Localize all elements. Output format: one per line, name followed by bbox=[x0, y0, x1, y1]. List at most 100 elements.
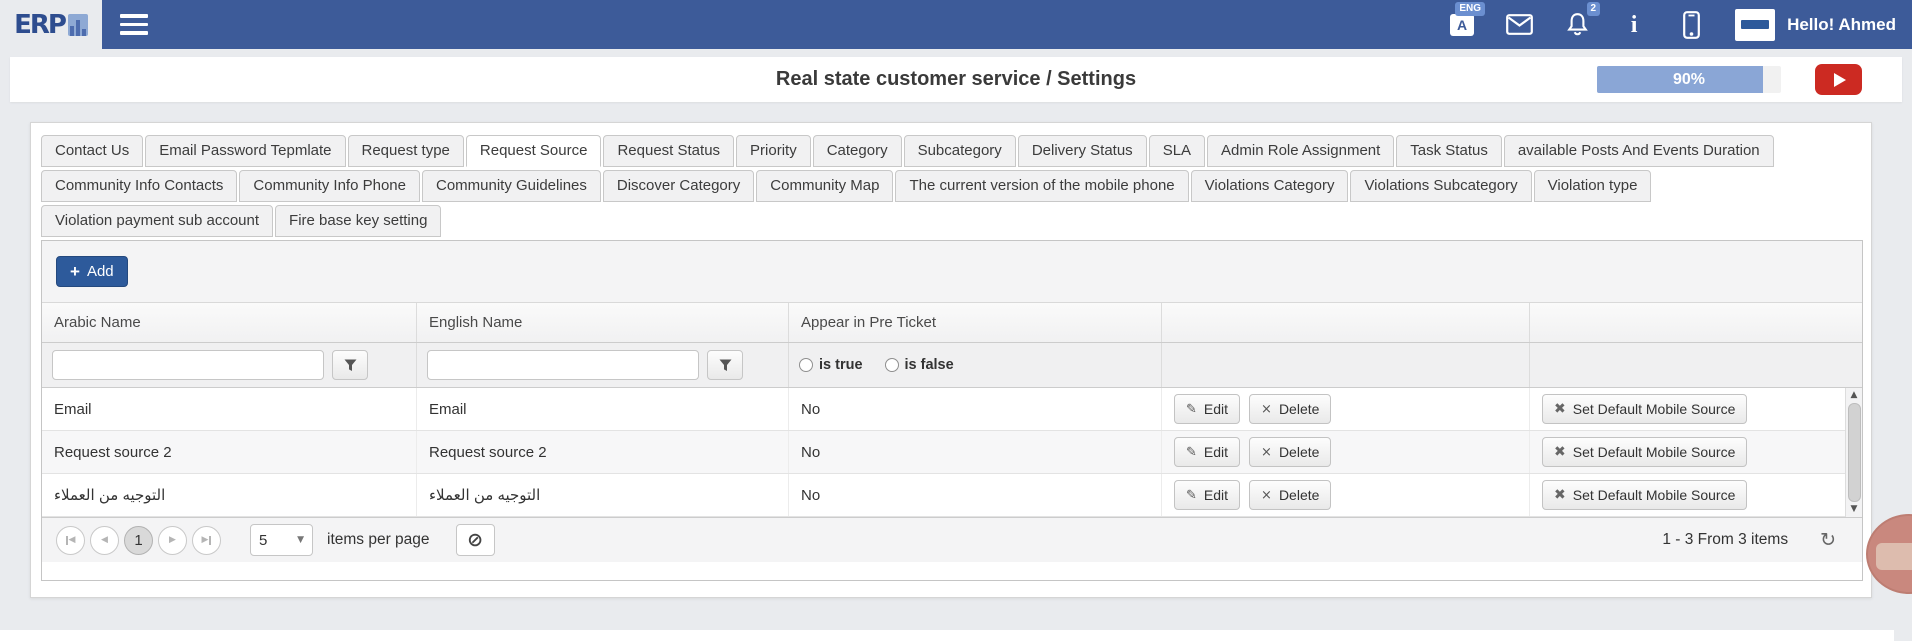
chevron-down-icon: ▼ bbox=[297, 535, 304, 545]
tab-the-current-version-of-the-mobile-phone[interactable]: The current version of the mobile phone bbox=[895, 170, 1188, 202]
set-default-mobile-source-button[interactable]: ✖Set Default Mobile Source bbox=[1542, 394, 1747, 424]
titlebar: Real state customer service / Settings 9… bbox=[10, 57, 1902, 102]
add-button[interactable]: + Add bbox=[56, 256, 128, 287]
tab-email-password-tepmlate[interactable]: Email Password Tepmlate bbox=[145, 135, 345, 167]
tab-discover-category[interactable]: Discover Category bbox=[603, 170, 754, 202]
tab-request-type[interactable]: Request type bbox=[348, 135, 464, 167]
funnel-icon bbox=[344, 359, 357, 372]
refresh-icon[interactable]: ↻ bbox=[1820, 531, 1836, 550]
mail-icon[interactable] bbox=[1506, 8, 1533, 42]
tab-contact-us[interactable]: Contact Us bbox=[41, 135, 143, 167]
play-icon bbox=[1834, 73, 1846, 87]
tab-category[interactable]: Category bbox=[813, 135, 902, 167]
erp-logo-building-icon bbox=[68, 14, 88, 36]
tabstrip: Contact UsEmail Password TepmlateRequest… bbox=[41, 135, 1861, 237]
set-default-mobile-source-button[interactable]: ✖Set Default Mobile Source bbox=[1542, 437, 1747, 467]
column-header-actions bbox=[1162, 303, 1530, 342]
tab-priority[interactable]: Priority bbox=[736, 135, 811, 167]
cell-arabic-name: التوجيه من العملاء bbox=[42, 474, 417, 516]
video-play-button[interactable] bbox=[1815, 64, 1862, 95]
tab-available-posts-and-events-duration[interactable]: available Posts And Events Duration bbox=[1504, 135, 1774, 167]
mobile-icon[interactable] bbox=[1678, 8, 1704, 42]
page-1-button[interactable]: 1 bbox=[124, 526, 153, 555]
request-source-panel: + Add Arabic Name English Name Appear in… bbox=[41, 240, 1863, 581]
grid-toolbar: + Add bbox=[42, 241, 1862, 303]
info-icon[interactable]: i bbox=[1621, 8, 1647, 42]
button-label: Delete bbox=[1279, 487, 1319, 503]
pager: ◀ ◀ 1 ▶ ▶ 5 ▼ items per page ⊘ 1 - 3 Fro… bbox=[42, 517, 1862, 562]
tab-violations-subcategory[interactable]: Violations Subcategory bbox=[1350, 170, 1531, 202]
tab-admin-role-assignment[interactable]: Admin Role Assignment bbox=[1207, 135, 1394, 167]
page-size-dropdown[interactable]: 5 ▼ bbox=[250, 524, 313, 556]
tab-violation-type[interactable]: Violation type bbox=[1534, 170, 1652, 202]
grid-vertical-scrollbar[interactable]: ▲ ▼ bbox=[1845, 388, 1862, 517]
tab-task-status[interactable]: Task Status bbox=[1396, 135, 1502, 167]
erp-logo[interactable]: ERP bbox=[0, 0, 102, 49]
x-icon: ✖ bbox=[1554, 445, 1566, 459]
page-size-value: 5 bbox=[259, 532, 297, 549]
cell-set-default: ✖Set Default Mobile Source bbox=[1530, 474, 1862, 516]
tab-community-info-phone[interactable]: Community Info Phone bbox=[239, 170, 420, 202]
plus-icon: + bbox=[70, 263, 80, 280]
button-label: Edit bbox=[1204, 487, 1228, 503]
pager-summary: 1 - 3 From 3 items bbox=[1662, 531, 1788, 549]
english-name-filter-input[interactable] bbox=[427, 350, 699, 380]
cell-arabic-name: Request source 2 bbox=[42, 431, 417, 473]
edit-button[interactable]: ✎Edit bbox=[1174, 437, 1240, 467]
tab-fire-base-key-setting[interactable]: Fire base key setting bbox=[275, 205, 441, 237]
tab-violation-payment-sub-account[interactable]: Violation payment sub account bbox=[41, 205, 273, 237]
tab-subcategory[interactable]: Subcategory bbox=[904, 135, 1016, 167]
tab-community-guidelines[interactable]: Community Guidelines bbox=[422, 170, 601, 202]
delete-button[interactable]: ×Delete bbox=[1249, 394, 1331, 424]
english-name-filter-button[interactable] bbox=[707, 350, 743, 380]
button-label: Delete bbox=[1279, 401, 1319, 417]
arabic-name-filter-button[interactable] bbox=[332, 350, 368, 380]
floating-widget-button[interactable] bbox=[1866, 514, 1912, 594]
next-page-button[interactable]: ▶ bbox=[158, 526, 187, 555]
delete-button[interactable]: ×Delete bbox=[1249, 437, 1331, 467]
tab-request-source[interactable]: Request Source bbox=[466, 135, 602, 167]
previous-page-button[interactable]: ◀ bbox=[90, 526, 119, 555]
tab-request-status[interactable]: Request Status bbox=[603, 135, 734, 167]
tab-delivery-status[interactable]: Delivery Status bbox=[1018, 135, 1147, 167]
is-false-radio[interactable]: is false bbox=[885, 357, 954, 373]
tab-community-info-contacts[interactable]: Community Info Contacts bbox=[41, 170, 237, 202]
is-true-radio[interactable]: is true bbox=[799, 357, 863, 373]
first-page-button[interactable]: ◀ bbox=[56, 526, 85, 555]
bell-icon[interactable]: 2 bbox=[1564, 8, 1590, 42]
language-icon[interactable]: A ENG bbox=[1449, 8, 1475, 42]
tab-sla[interactable]: SLA bbox=[1149, 135, 1205, 167]
scroll-down-icon[interactable]: ▼ bbox=[1851, 503, 1858, 516]
delete-button[interactable]: ×Delete bbox=[1249, 480, 1331, 510]
funnel-icon bbox=[719, 359, 732, 372]
arabic-name-filter-input[interactable] bbox=[52, 350, 324, 380]
edit-button[interactable]: ✎Edit bbox=[1174, 480, 1240, 510]
tab-violations-category[interactable]: Violations Category bbox=[1191, 170, 1349, 202]
erp-logo-text: ERP bbox=[14, 10, 65, 40]
floating-widget-icon bbox=[1876, 543, 1912, 570]
grid-filter-row: is true is false bbox=[42, 343, 1862, 388]
cell-english-name: التوجيه من العملاء bbox=[417, 474, 789, 516]
tab-row: Violation payment sub accountFire base k… bbox=[41, 205, 1861, 237]
tab-community-map[interactable]: Community Map bbox=[756, 170, 893, 202]
x-icon: ✖ bbox=[1554, 402, 1566, 416]
cancel-filter-button[interactable]: ⊘ bbox=[456, 524, 495, 556]
user-menu[interactable]: Hello! Ahmed bbox=[1735, 9, 1896, 41]
progress-bar: 90% bbox=[1597, 66, 1781, 93]
scroll-up-icon[interactable]: ▲ bbox=[1851, 389, 1858, 402]
scroll-thumb[interactable] bbox=[1848, 403, 1861, 502]
last-page-button[interactable]: ▶ bbox=[192, 526, 221, 555]
hamburger-menu-icon[interactable] bbox=[120, 14, 148, 35]
edit-button[interactable]: ✎Edit bbox=[1174, 394, 1240, 424]
set-default-mobile-source-button[interactable]: ✖Set Default Mobile Source bbox=[1542, 480, 1747, 510]
cell-actions: ✎Edit ×Delete bbox=[1162, 388, 1530, 430]
cell-arabic-name: Email bbox=[42, 388, 417, 430]
button-label: Edit bbox=[1204, 444, 1228, 460]
x-icon: ✖ bbox=[1554, 488, 1566, 502]
notification-count-badge: 2 bbox=[1587, 2, 1601, 16]
progress-label: 90% bbox=[1597, 66, 1781, 93]
button-label: Delete bbox=[1279, 444, 1319, 460]
button-label: Edit bbox=[1204, 401, 1228, 417]
items-per-page-label: items per page bbox=[327, 531, 430, 549]
tab-row: Contact UsEmail Password TepmlateRequest… bbox=[41, 135, 1861, 167]
